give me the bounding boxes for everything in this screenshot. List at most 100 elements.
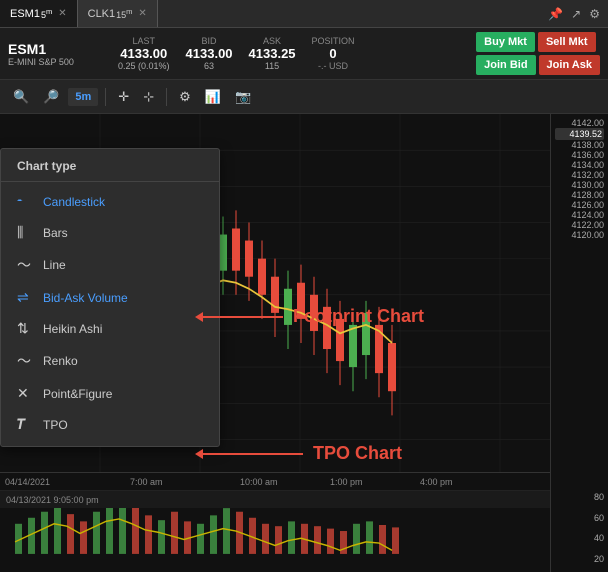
time-label-date: 04/14/2021 bbox=[5, 477, 50, 487]
bid-size: 63 bbox=[204, 61, 214, 71]
price-tick-4122: 4122.00 bbox=[555, 220, 604, 230]
price-tick-4139: 4139.52 bbox=[555, 128, 604, 140]
position-label: POSITION bbox=[312, 36, 355, 46]
tpo-label: TPO Chart bbox=[313, 443, 402, 464]
dropdown-item-renko[interactable]: 〜 Renko bbox=[1, 344, 219, 378]
footprint-label: Footprint Chart bbox=[293, 306, 424, 327]
screenshot-button[interactable]: 📷 bbox=[230, 86, 256, 108]
pin-icon[interactable]: 📌 bbox=[548, 7, 563, 21]
dropdown-item-heikin[interactable]: ⇅ Heikin Ashi bbox=[1, 313, 219, 344]
chart-area: Chart type 𝄼 Candlestick ⫼ Bars 〜 Line ⇌… bbox=[0, 114, 550, 572]
cursor-button[interactable]: ✛ bbox=[113, 86, 134, 108]
renko-icon: 〜 bbox=[17, 351, 33, 371]
bid-label: BID bbox=[202, 36, 217, 46]
symbol-info: ESM1 E-MINI S&P 500 bbox=[8, 41, 98, 67]
footprint-annotation: Footprint Chart bbox=[195, 306, 424, 327]
crosshair-button[interactable]: ⊹ bbox=[138, 86, 159, 108]
price-tick-4136: 4136.00 bbox=[555, 150, 604, 160]
zoom-in-button[interactable]: 🔍 bbox=[8, 86, 34, 108]
tab-clk1-label: CLK1 bbox=[88, 8, 116, 20]
window-controls: 📌 ↗ ⚙ bbox=[548, 7, 600, 21]
indicators-button[interactable]: 📊 bbox=[200, 86, 226, 108]
sell-mkt-button[interactable]: Sell Mkt bbox=[538, 32, 596, 52]
bid-ask-label: Bid-Ask Volume bbox=[43, 291, 128, 305]
price-tick-4132: 4132.00 bbox=[555, 170, 604, 180]
candlestick-icon: 𝄼 bbox=[17, 193, 33, 210]
last-price-group: LAST 4133.00 0.25 (0.01%) bbox=[118, 36, 170, 71]
action-row-2: Join Bid Join Ask bbox=[476, 55, 600, 75]
dropdown-title: Chart type bbox=[1, 155, 219, 182]
price-tick-4124: 4124.00 bbox=[555, 210, 604, 220]
line-label: Line bbox=[43, 258, 66, 272]
settings-toolbar-button[interactable]: ⚙ bbox=[174, 86, 196, 108]
price-tick-4130: 4130.00 bbox=[555, 180, 604, 190]
position-group: POSITION 0 -.- USD bbox=[312, 36, 355, 71]
toolbar: 🔍 🔎 5m ✛ ⊹ ⚙ 📊 📷 bbox=[0, 80, 608, 114]
price-tick-4128: 4128.00 bbox=[555, 190, 604, 200]
footprint-line bbox=[203, 316, 283, 318]
ask-price: 4133.25 bbox=[249, 46, 296, 61]
pf-icon: ✕ bbox=[17, 385, 33, 402]
dropdown-item-point-figure[interactable]: ✕ Point&Figure bbox=[1, 378, 219, 409]
time-label-1pm: 1:00 pm bbox=[330, 477, 363, 487]
tab-esm1[interactable]: ESM1 5m ✕ bbox=[0, 0, 78, 27]
renko-label: Renko bbox=[43, 354, 78, 368]
buy-mkt-button[interactable]: Buy Mkt bbox=[476, 32, 535, 52]
time-label-10am: 10:00 am bbox=[240, 477, 278, 487]
popout-icon[interactable]: ↗ bbox=[571, 7, 581, 21]
timeframe-button[interactable]: 5m bbox=[68, 88, 98, 106]
tab-esm1-label: ESM1 bbox=[10, 8, 40, 20]
tpo-arrow bbox=[195, 449, 203, 459]
heikin-icon: ⇅ bbox=[17, 320, 33, 337]
line-icon: 〜 bbox=[17, 255, 33, 275]
symbol-description: E-MINI S&P 500 bbox=[8, 57, 98, 67]
price-tick-4142: 4142.00 bbox=[555, 118, 604, 128]
rsi-axis: 80 60 40 20 bbox=[555, 488, 604, 568]
tab-bar: ESM1 5m ✕ CLK1 15m ✕ 📌 ↗ ⚙ bbox=[0, 0, 608, 28]
price-change: 0.25 (0.01%) bbox=[118, 61, 170, 71]
bars-label: Bars bbox=[43, 226, 68, 240]
toolbar-separator-1 bbox=[105, 88, 106, 106]
bid-price-group: BID 4133.00 63 bbox=[186, 36, 233, 71]
bid-ask-icon: ⇌ bbox=[17, 289, 33, 306]
main-area: Chart type 𝄼 Candlestick ⫼ Bars 〜 Line ⇌… bbox=[0, 114, 608, 572]
rsi-60: 60 bbox=[555, 513, 604, 523]
bottom-bar: 04/13/2021 9:05:00 pm bbox=[0, 490, 550, 508]
join-bid-button[interactable]: Join Bid bbox=[476, 55, 535, 75]
dropdown-item-line[interactable]: 〜 Line bbox=[1, 248, 219, 282]
action-row-1: Buy Mkt Sell Mkt bbox=[476, 32, 600, 52]
time-label-7am: 7:00 am bbox=[130, 477, 163, 487]
chart-type-dropdown: Chart type 𝄼 Candlestick ⫼ Bars 〜 Line ⇌… bbox=[0, 148, 220, 447]
dropdown-item-candlestick[interactable]: 𝄼 Candlestick bbox=[1, 186, 219, 217]
tpo-icon: 𝑻 bbox=[17, 416, 33, 433]
position-sub: -.- USD bbox=[318, 61, 348, 71]
ask-size: 115 bbox=[265, 61, 279, 71]
dropdown-item-bid-ask[interactable]: ⇌ Bid-Ask Volume bbox=[1, 282, 219, 313]
ask-label: ASK bbox=[263, 36, 281, 46]
bid-price: 4133.00 bbox=[186, 46, 233, 61]
join-ask-button[interactable]: Join Ask bbox=[539, 55, 600, 75]
pf-label: Point&Figure bbox=[43, 387, 112, 401]
price-tick-4120: 4120.00 bbox=[555, 230, 604, 240]
time-label-4pm: 4:00 pm bbox=[420, 477, 453, 487]
settings-icon[interactable]: ⚙ bbox=[589, 7, 600, 21]
tab-esm1-close[interactable]: ✕ bbox=[58, 8, 66, 19]
tab-clk1[interactable]: CLK1 15m ✕ bbox=[78, 0, 158, 27]
header-actions: Buy Mkt Sell Mkt Join Bid Join Ask bbox=[476, 32, 600, 75]
candlestick-label: Candlestick bbox=[43, 195, 105, 209]
price-tick-4134: 4134.00 bbox=[555, 160, 604, 170]
bars-icon: ⫼ bbox=[17, 224, 33, 241]
toolbar-separator-2 bbox=[166, 88, 167, 106]
price-tick-4126: 4126.00 bbox=[555, 200, 604, 210]
dropdown-item-tpo[interactable]: 𝑻 TPO bbox=[1, 409, 219, 440]
footprint-arrow bbox=[195, 312, 203, 322]
position-value: 0 bbox=[329, 46, 336, 61]
tab-esm1-timeframe: 5m bbox=[41, 7, 52, 20]
tab-clk1-close[interactable]: ✕ bbox=[138, 8, 146, 19]
zoom-out-button[interactable]: 🔎 bbox=[38, 86, 64, 108]
rsi-40: 40 bbox=[555, 533, 604, 543]
last-label: LAST bbox=[133, 36, 156, 46]
heikin-label: Heikin Ashi bbox=[43, 322, 102, 336]
rsi-80: 80 bbox=[555, 492, 604, 502]
dropdown-item-bars[interactable]: ⫼ Bars bbox=[1, 217, 219, 248]
